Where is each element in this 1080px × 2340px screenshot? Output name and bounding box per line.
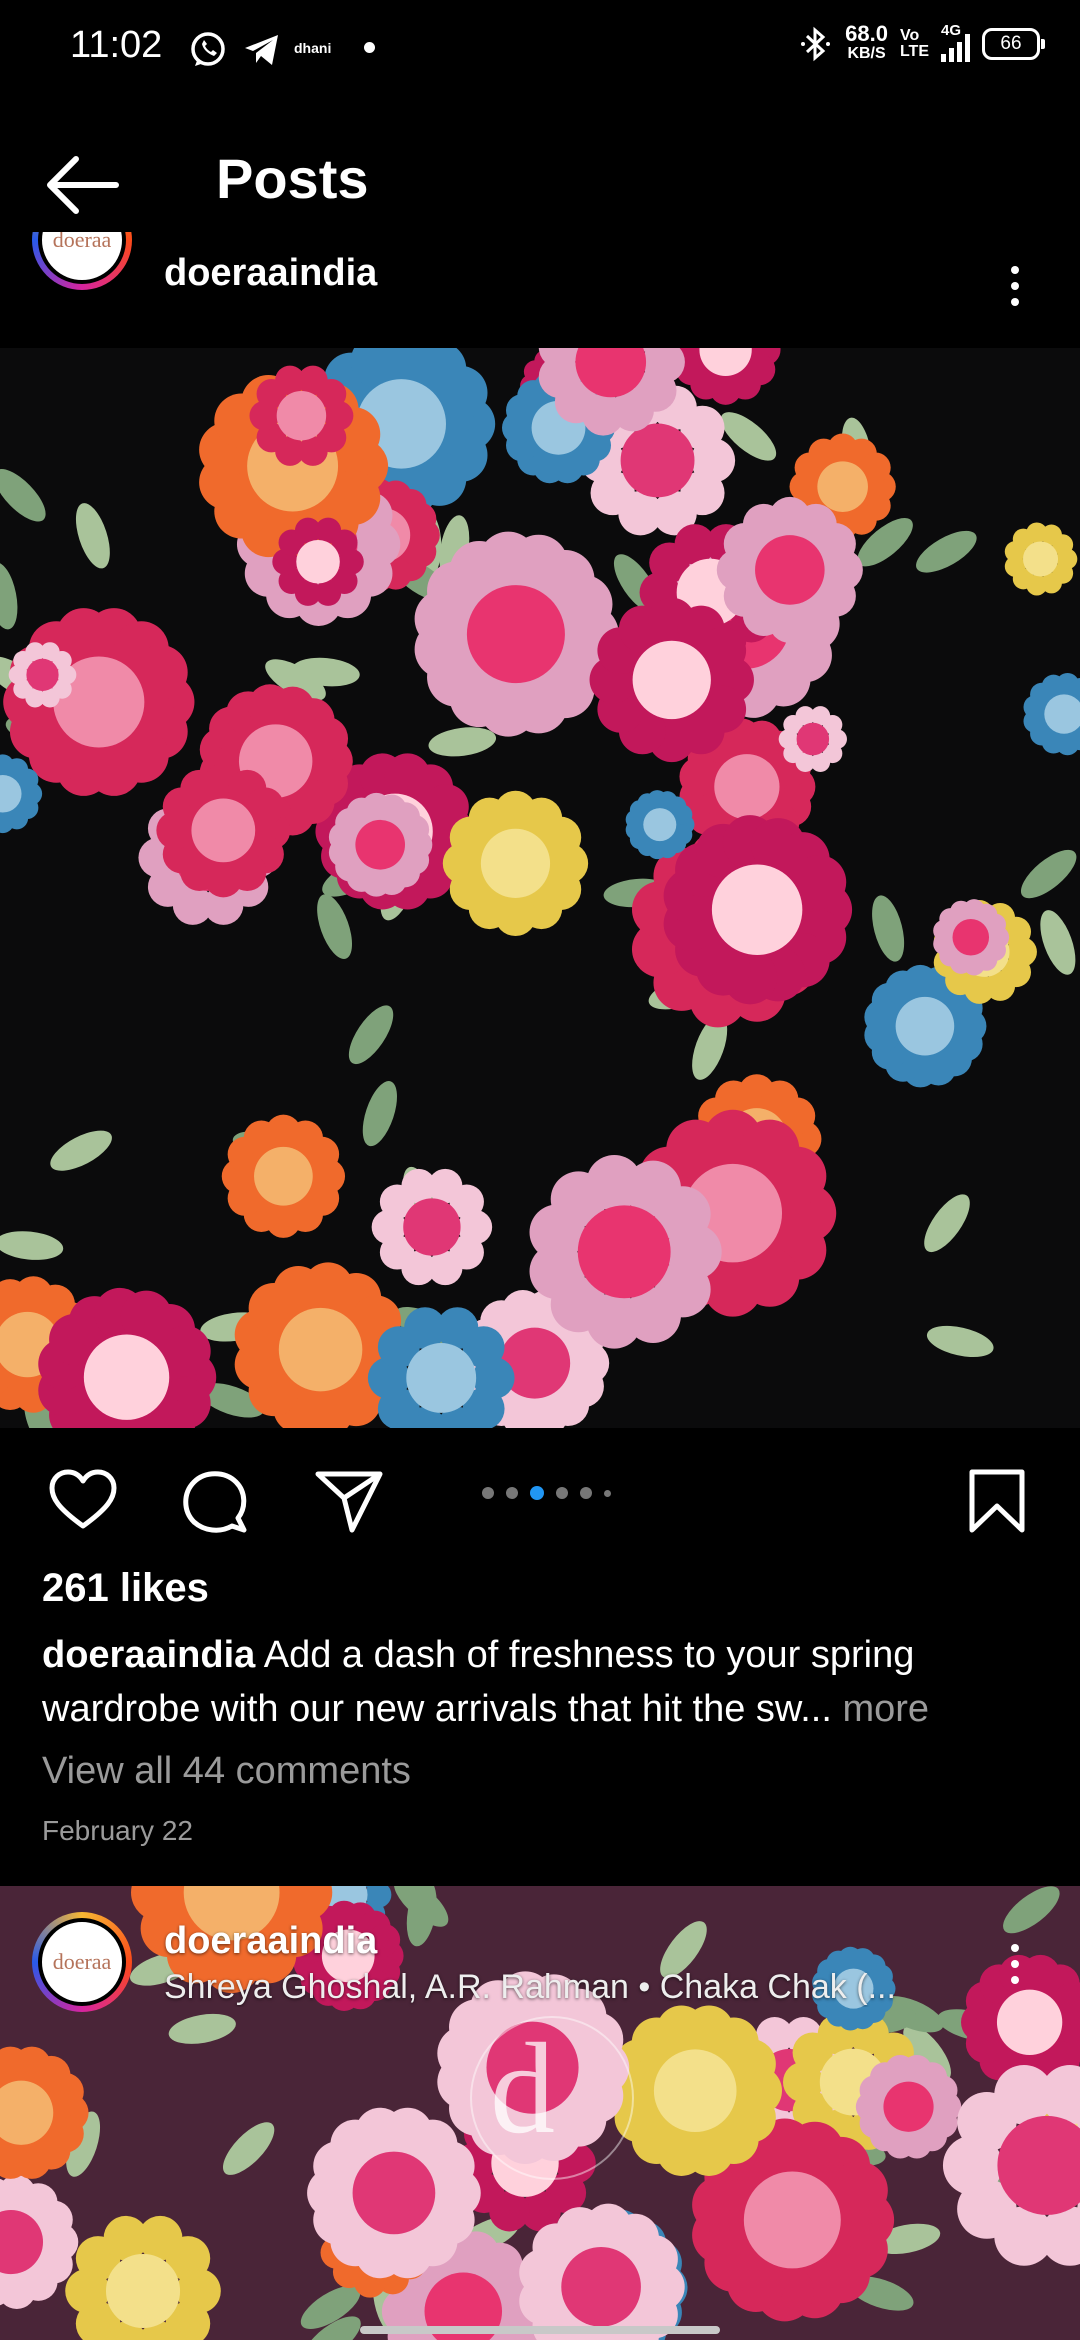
caption-more-link[interactable]: more <box>832 1688 929 1730</box>
view-comments-link[interactable]: View all 44 comments <box>42 1750 411 1793</box>
notification-dot-icon <box>364 42 375 53</box>
battery-level: 66 <box>1000 33 1022 54</box>
post2-audio-track[interactable]: Shreya Ghoshal, A.R. Rahman • Chaka Chak… <box>164 1968 944 2007</box>
carousel-dot <box>506 1487 518 1499</box>
carousel-dot-active <box>530 1486 544 1500</box>
network-speed: 68.0 KB/S <box>845 21 888 64</box>
page-title: Posts <box>216 147 369 210</box>
post1-image[interactable] <box>0 348 1080 1428</box>
bluetooth-icon <box>801 26 831 62</box>
volte-indicator: Vo LTE <box>900 28 929 60</box>
like-heart-icon[interactable] <box>48 1466 118 1536</box>
post1-header: doeraa doeraaindia <box>0 232 1080 348</box>
post2-video[interactable]: d <box>0 1886 1080 2340</box>
speed-unit: KB/S <box>847 45 886 62</box>
telegram-icon <box>245 35 278 65</box>
network-type: 4G <box>941 22 962 39</box>
brand-watermark: d <box>490 2017 555 2161</box>
post1-more-options-icon[interactable] <box>995 266 1035 306</box>
status-time: 11:02 <box>70 24 163 66</box>
whatsapp-icon <box>191 32 225 66</box>
post1-username[interactable]: doeraaindia <box>164 252 377 295</box>
status-bar: 11:02 dhani 68.0 KB/S Vo LTE 4G 66 <box>0 0 1080 100</box>
post1-avatar-logo: doeraa <box>38 232 126 284</box>
volte-top: Vo <box>899 27 920 44</box>
post1-caption: doeraaindia Add a dash of freshness to y… <box>42 1628 1042 1736</box>
carousel-indicator <box>482 1486 611 1500</box>
post2-more-options-icon[interactable] <box>995 1944 1035 1984</box>
cell-signal-icon: 4G <box>941 22 970 62</box>
dhani-app-label: dhani <box>294 40 332 56</box>
likes-count[interactable]: 261 likes <box>42 1566 209 1611</box>
comment-bubble-icon[interactable] <box>180 1466 250 1536</box>
post1-date: February 22 <box>42 1815 193 1846</box>
embroidery-image <box>0 348 1080 1428</box>
speed-value: 68.0 <box>845 21 888 46</box>
caption-username[interactable]: doeraaindia <box>42 1634 255 1676</box>
carousel-dot <box>580 1487 592 1499</box>
carousel-dot <box>556 1487 568 1499</box>
post2-avatar-logo: doeraa <box>38 1918 126 2006</box>
gesture-home-bar[interactable] <box>360 2326 720 2334</box>
back-arrow-icon[interactable] <box>44 150 124 220</box>
bookmark-save-icon[interactable] <box>962 1466 1032 1536</box>
share-send-icon[interactable] <box>314 1466 384 1536</box>
post2-avatar[interactable]: doeraa <box>32 1912 132 2012</box>
post2-username[interactable]: doeraaindia <box>164 1920 377 1963</box>
status-right-group: 68.0 KB/S Vo LTE 4G 66 <box>799 21 1045 64</box>
volte-bottom: LTE <box>899 43 929 60</box>
carousel-dot <box>604 1489 611 1497</box>
battery-icon: 66 <box>982 28 1045 60</box>
post1-avatar[interactable]: doeraa <box>32 232 132 290</box>
carousel-dot <box>482 1487 494 1499</box>
